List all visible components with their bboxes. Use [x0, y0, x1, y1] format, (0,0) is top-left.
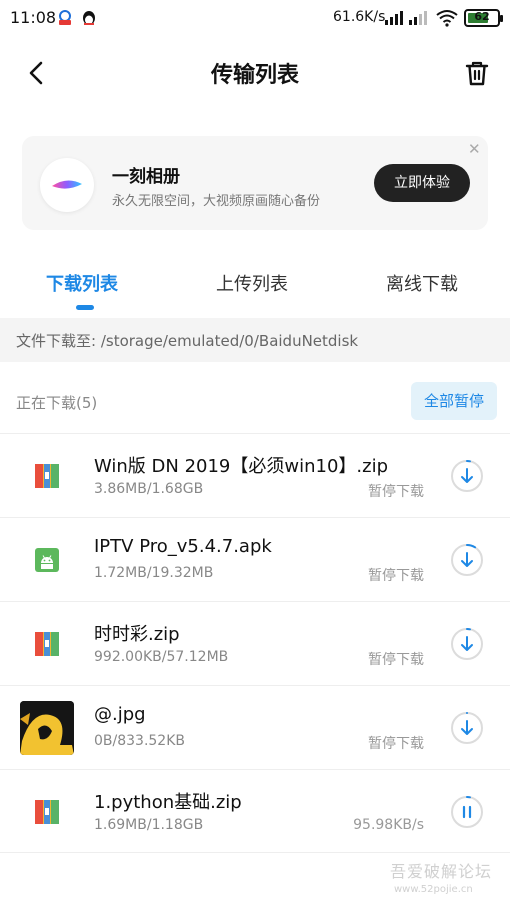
battery-level: 62	[474, 10, 490, 23]
file-size: 0B/833.52KB	[94, 733, 185, 749]
tab-upload-list[interactable]: 上传列表	[216, 270, 288, 296]
download-row[interactable]: 时时彩.zip 992.00KB/57.12MB 暂停下载	[0, 601, 510, 685]
download-status: 暂停下载	[368, 736, 424, 752]
trash-icon[interactable]	[462, 58, 492, 88]
tab-bar: 下载列表 上传列表 离线下载	[0, 262, 510, 312]
banner-subtitle: 永久无限空间，大视频原画随心备份	[112, 194, 321, 209]
tab-offline-download[interactable]: 离线下载	[386, 270, 458, 296]
status-time: 11:08	[10, 8, 57, 27]
file-name: 时时彩.zip	[94, 624, 180, 645]
download-status: 暂停下载	[368, 652, 424, 668]
promo-banner[interactable]: 一刻相册 永久无限空间，大视频原画随心备份 立即体验 ✕	[22, 136, 488, 230]
download-icon[interactable]	[450, 543, 484, 577]
file-size: 992.00KB/57.12MB	[94, 649, 229, 665]
page-title: 传输列表	[210, 63, 299, 88]
yike-album-logo	[40, 158, 94, 212]
zip-icon	[20, 617, 74, 671]
penguin-icon	[83, 11, 95, 25]
download-status: 暂停下载	[368, 568, 424, 584]
download-icon[interactable]	[450, 627, 484, 661]
download-row[interactable]: @.jpg 0B/833.52KB 暂停下载	[0, 685, 510, 769]
app-header: 传输列表	[0, 44, 510, 104]
pause-icon[interactable]	[450, 795, 484, 829]
file-name: IPTV Pro_v5.4.7.apk	[94, 536, 272, 557]
file-size: 3.86MB/1.68GB	[94, 481, 204, 497]
signal-icon	[409, 11, 427, 25]
download-row[interactable]: IPTV Pro_v5.4.7.apk 1.72MB/19.32MB 暂停下载	[0, 517, 510, 601]
download-path-bar[interactable]: 文件下载至: /storage/emulated/0/BaiduNetdisk	[0, 318, 510, 362]
active-tab-indicator	[76, 305, 94, 310]
wifi-icon	[436, 10, 458, 27]
tab-download-list[interactable]: 下载列表	[46, 270, 118, 296]
signal-hd-icon	[385, 11, 403, 25]
forum-watermark: 吾爱破解论坛 www.52pojie.cn	[390, 858, 510, 904]
android-apk-icon	[20, 533, 74, 587]
close-icon[interactable]: ✕	[468, 140, 481, 158]
try-now-button[interactable]: 立即体验	[374, 164, 470, 202]
download-icon[interactable]	[450, 459, 484, 493]
file-name: Win版 DN 2019【必须win10】.zip	[94, 456, 389, 477]
image-thumbnail	[20, 701, 74, 755]
cloud-app-icon	[59, 10, 71, 25]
banner-title: 一刻相册	[112, 167, 180, 187]
download-status: 暂停下载	[368, 484, 424, 500]
downloading-count-label: 正在下载(5)	[16, 394, 98, 412]
file-name: 1.python基础.zip	[94, 792, 242, 813]
download-list: Win版 DN 2019【必须win10】.zip 3.86MB/1.68GB …	[0, 433, 510, 853]
download-row[interactable]: Win版 DN 2019【必须win10】.zip 3.86MB/1.68GB …	[0, 433, 510, 517]
pause-all-button[interactable]: 全部暂停	[411, 382, 497, 420]
file-size: 1.69MB/1.18GB	[94, 817, 204, 833]
zip-icon	[20, 449, 74, 503]
battery-icon: 62	[464, 9, 503, 27]
file-name: @.jpg	[94, 704, 146, 725]
status-bar: 11:08 61.6K/s 62	[0, 0, 510, 36]
download-icon[interactable]	[450, 711, 484, 745]
network-speed: 61.6K/s	[333, 9, 386, 25]
download-row[interactable]: 1.python基础.zip 1.69MB/1.18GB 95.98KB/s	[0, 769, 510, 853]
watermark-title: 吾爱破解论坛	[390, 862, 493, 881]
download-path-text: 文件下载至: /storage/emulated/0/BaiduNetdisk	[16, 332, 359, 350]
zip-icon	[20, 785, 74, 839]
file-size: 1.72MB/19.32MB	[94, 565, 214, 581]
download-speed: 95.98KB/s	[353, 817, 424, 833]
watermark-url: www.52pojie.cn	[394, 884, 473, 895]
